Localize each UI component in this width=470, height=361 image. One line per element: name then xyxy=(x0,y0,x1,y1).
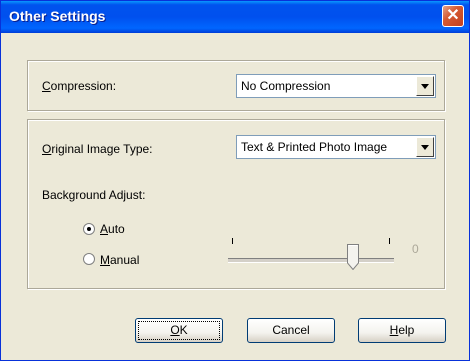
image-type-label: Original Image Type: xyxy=(42,142,153,156)
background-slider-thumb[interactable] xyxy=(346,244,359,270)
slider-value: 0 xyxy=(412,242,419,256)
compression-label: Compression: xyxy=(42,79,117,93)
close-button[interactable]: ✕ xyxy=(442,5,464,27)
background-adjust-label: Background Adjust: xyxy=(42,188,146,202)
slider-tick-min xyxy=(232,238,233,244)
slider-tick-max xyxy=(389,238,390,244)
image-type-select[interactable]: Text & Printed Photo Image xyxy=(236,135,436,159)
manual-radio-label[interactable]: Manual xyxy=(100,253,139,267)
window-title: Other Settings xyxy=(9,8,106,24)
help-button[interactable]: Help xyxy=(358,318,446,343)
title-bar[interactable]: Other Settings ✕ xyxy=(1,1,469,33)
image-type-value: Text & Printed Photo Image xyxy=(241,140,388,154)
chevron-down-icon[interactable] xyxy=(416,137,434,157)
auto-radio[interactable] xyxy=(83,223,95,235)
manual-radio[interactable] xyxy=(83,253,95,265)
dialog-window: Other Settings ✕ Compression: No Compres… xyxy=(0,0,470,361)
chevron-down-icon[interactable] xyxy=(416,76,434,96)
close-icon: ✕ xyxy=(446,7,460,24)
ok-button[interactable]: OK xyxy=(135,318,223,343)
background-slider-track[interactable] xyxy=(228,258,394,263)
cancel-button[interactable]: Cancel xyxy=(247,318,335,343)
compression-value: No Compression xyxy=(241,79,331,93)
auto-radio-label[interactable]: Auto xyxy=(100,222,125,236)
compression-select[interactable]: No Compression xyxy=(236,74,436,98)
